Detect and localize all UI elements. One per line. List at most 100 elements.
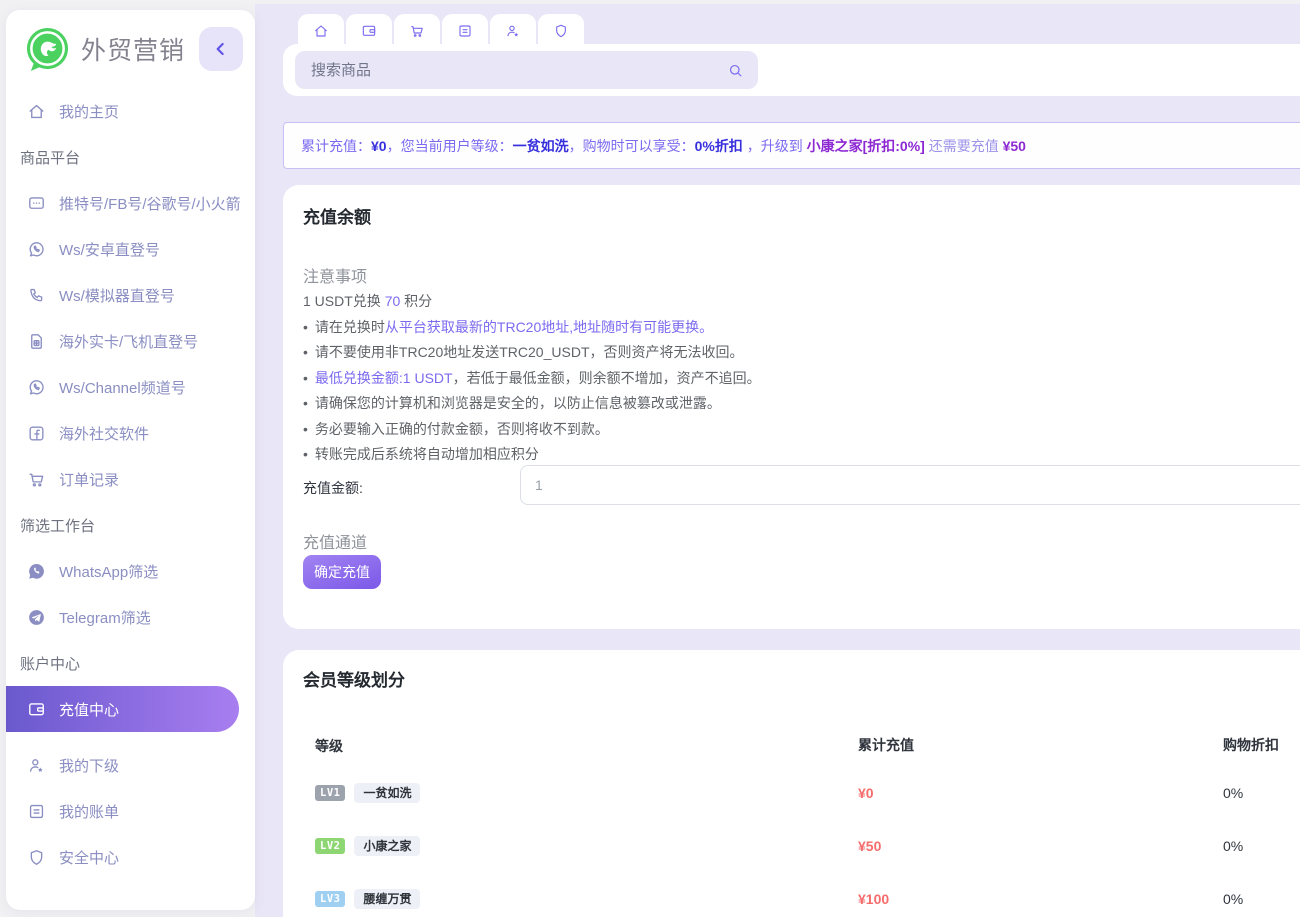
sidebar-collapse-button[interactable]: [199, 27, 243, 71]
bill-icon: [27, 802, 46, 821]
wallet-icon: [27, 700, 46, 719]
level-recharge: ¥100: [858, 884, 889, 914]
home-icon: [313, 23, 329, 39]
phone-icon: [27, 286, 46, 305]
levels-header-row: 等级 累计充值 购物折扣: [283, 735, 1300, 757]
sidebar-item[interactable]: Ws/模拟器直登号: [6, 272, 255, 318]
sidebar-item[interactable]: Ws/安卓直登号: [6, 226, 255, 272]
amount-input[interactable]: [520, 465, 1300, 505]
sidebar-item[interactable]: 我的下级: [6, 742, 255, 788]
cart-icon: [27, 470, 46, 489]
level-discount: 0%: [1223, 831, 1243, 861]
shield-icon: [553, 23, 569, 39]
tab-team[interactable]: [490, 14, 536, 48]
wallet-icon: [361, 23, 377, 39]
sidebar-item[interactable]: Ws/Channel频道号: [6, 364, 255, 410]
whatsapp-icon: [27, 240, 46, 259]
level-badge: LV1: [315, 785, 345, 801]
level-row: LV3腰缠万贯¥1000%: [283, 884, 1300, 914]
bill-icon: [457, 23, 473, 39]
sidebar-item-label: Ws/安卓直登号: [59, 239, 160, 260]
rate-line: 1 USDT兑换 70 积分: [303, 291, 432, 311]
telegram-icon: [27, 608, 46, 627]
col-discount: 购物折扣: [1223, 735, 1279, 755]
sidebar-item[interactable]: 订单记录: [6, 456, 255, 502]
sidebar-item[interactable]: 我的账单: [6, 788, 255, 834]
chat-icon: [27, 194, 46, 213]
notes-list: 请在兑换时从平台获取最新的TRC20地址,地址随时有可能更换。请不要使用非TRC…: [303, 315, 761, 467]
search-input[interactable]: [309, 61, 727, 80]
sidebar-item-label: Ws/Channel频道号: [59, 377, 186, 398]
note-item: 转账完成后系统将自动增加相应积分: [303, 442, 761, 467]
shield-icon: [27, 848, 46, 867]
sim-icon: [27, 332, 46, 351]
level-row: LV1 一贫如洗 ¥0 0%: [283, 778, 1300, 808]
sidebar-item[interactable]: 我的主页: [6, 88, 255, 134]
level-name: 一贫如洗: [354, 783, 420, 803]
main-area: 累计充值：¥0，您当前用户等级：一贫如洗，购物时可以享受：0%折扣 ，升级到 小…: [255, 4, 1300, 917]
sidebar-item-label: 海外社交软件: [59, 423, 149, 444]
level-recharge: ¥50: [858, 831, 881, 861]
notice-banner: 累计充值：¥0，您当前用户等级：一贫如洗，购物时可以享受：0%折扣 ，升级到 小…: [283, 122, 1300, 169]
col-level: 等级: [315, 735, 343, 757]
sidebar-section-label: 账户中心: [6, 640, 255, 686]
sidebar-item[interactable]: 海外实卡/飞机直登号: [6, 318, 255, 364]
sidebar-item-label: 推特号/FB号/谷歌号/小火箭: [59, 193, 241, 214]
team-icon: [505, 23, 521, 39]
sidebar-item-label: 安全中心: [59, 847, 119, 868]
tab-wallet[interactable]: [346, 14, 392, 48]
app-logo-icon: [24, 26, 71, 73]
tab-bill[interactable]: [442, 14, 488, 48]
search-box[interactable]: [295, 51, 758, 89]
search-icon[interactable]: [727, 62, 744, 79]
confirm-recharge-button[interactable]: 确定充值: [303, 555, 381, 589]
banner-text: 累计充值：¥0，您当前用户等级：一贫如洗，购物时可以享受：0%折扣 ，升级到 小…: [301, 136, 1026, 156]
sidebar-item[interactable]: Telegram筛选: [6, 594, 255, 640]
sidebar-item-label: Telegram筛选: [59, 607, 151, 628]
whatsapp-icon: [27, 378, 46, 397]
sidebar: 外贸营销 我的主页商品平台推特号/FB号/谷歌号/小火箭Ws/安卓直登号Ws/模…: [6, 10, 255, 910]
sidebar-item[interactable]: 充值中心: [6, 686, 239, 732]
sidebar-logo-row: 外贸营销: [6, 10, 255, 88]
sidebar-item-label: 我的主页: [59, 101, 119, 122]
facebook-icon: [27, 424, 46, 443]
sidebar-item-label: WhatsApp筛选: [59, 561, 158, 582]
topnav-tabs: [298, 14, 584, 48]
level-recharge: ¥0: [858, 778, 874, 808]
sidebar-menu: 我的主页商品平台推特号/FB号/谷歌号/小火箭Ws/安卓直登号Ws/模拟器直登号…: [6, 88, 255, 880]
sidebar-item-label: 订单记录: [59, 469, 119, 490]
tab-cart[interactable]: [394, 14, 440, 48]
sidebar-item-label: 我的下级: [59, 755, 119, 776]
sidebar-item[interactable]: 推特号/FB号/谷歌号/小火箭: [6, 180, 255, 226]
note-item: 请不要使用非TRC20地址发送TRC20_USDT，否则资产将无法收回。: [303, 340, 761, 365]
level-name: 小康之家: [354, 836, 420, 856]
sidebar-item-label: Ws/模拟器直登号: [59, 285, 175, 306]
level-discount: 0%: [1223, 778, 1243, 808]
sidebar-item-label: 我的账单: [59, 801, 119, 822]
tab-home[interactable]: [298, 14, 344, 48]
recharge-card: 充值余额 注意事项 1 USDT兑换 70 积分 请在兑换时从平台获取最新的TR…: [283, 185, 1300, 629]
note-item: 请在兑换时从平台获取最新的TRC20地址,地址随时有可能更换。: [303, 315, 761, 340]
recharge-title: 充值余额: [303, 203, 371, 228]
note-item: 请确保您的计算机和浏览器是安全的，以防止信息被篡改或泄露。: [303, 391, 761, 416]
cart-icon: [409, 23, 425, 39]
level-discount: 0%: [1223, 884, 1243, 914]
levels-card: 会员等级划分 等级 累计充值 购物折扣 LV1 一贫如洗 ¥0 0% LV2 小康之家 ¥5…: [283, 650, 1300, 917]
sidebar-item-label: 海外实卡/飞机直登号: [59, 331, 198, 352]
sidebar-item[interactable]: WhatsApp筛选: [6, 548, 255, 594]
amount-label: 充值金额:: [303, 478, 363, 498]
sidebar-item[interactable]: 安全中心: [6, 834, 255, 880]
level-name: 腰缠万贯: [354, 889, 420, 909]
app-title: 外贸营销: [81, 31, 185, 67]
level-badge: LV2: [315, 838, 345, 854]
header-card: [283, 44, 1300, 96]
tab-shield[interactable]: [538, 14, 584, 48]
level-row: LV2 小康之家 ¥50 0%: [283, 831, 1300, 861]
note-item: 最低兑换金额:1 USDT，若低于最低金额，则余额不增加，资产不追回。: [303, 366, 761, 391]
col-recharge: 累计充值: [858, 735, 914, 755]
levels-title: 会员等级划分: [303, 666, 405, 691]
sidebar-item-label: 充值中心: [59, 699, 119, 720]
sidebar-item[interactable]: 海外社交软件: [6, 410, 255, 456]
channel-title: 充值通道: [303, 529, 367, 553]
sidebar-section-label: 筛选工作台: [6, 502, 255, 548]
